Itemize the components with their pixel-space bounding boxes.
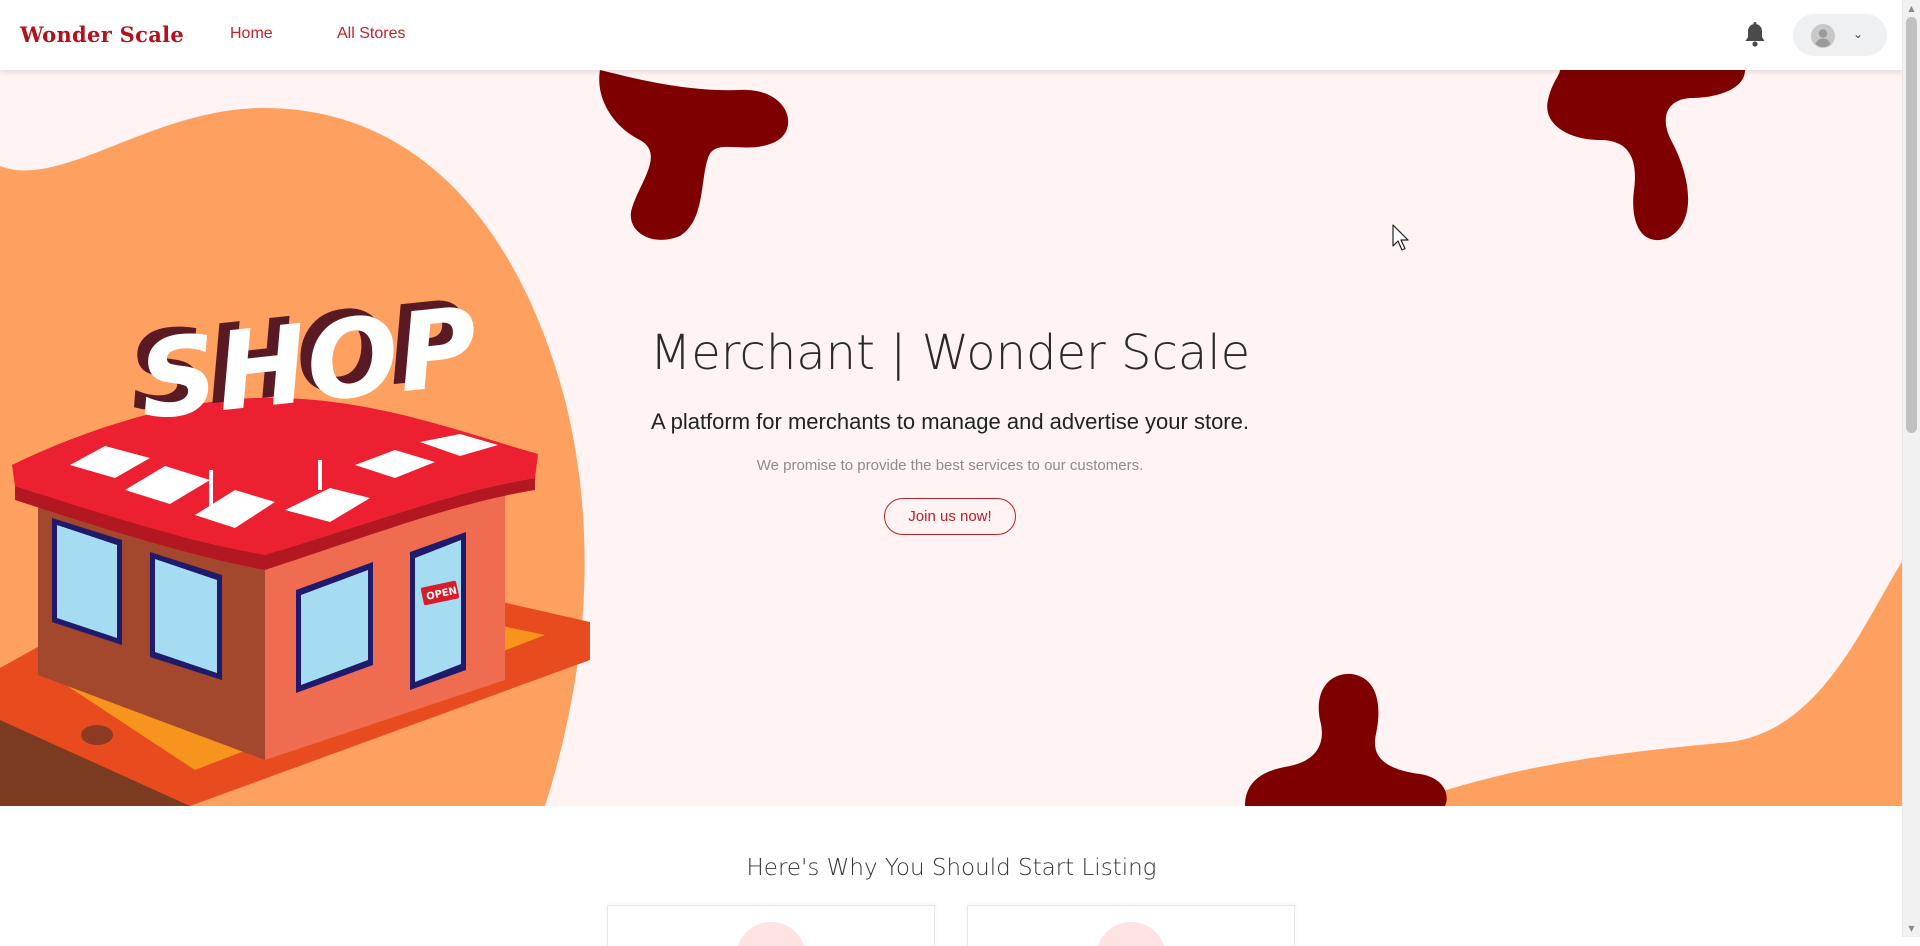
nav-all-stores-link[interactable]: All Stores	[337, 25, 405, 43]
hero-content: Merchant | Wonder Scale A platform for m…	[560, 325, 1340, 535]
vertical-scrollbar[interactable]: ▲ ▼	[1902, 0, 1920, 937]
feature-card	[967, 905, 1295, 946]
nav-home-link[interactable]: Home	[230, 25, 273, 43]
feature-card-icon	[1096, 922, 1166, 946]
chevron-down-icon: ⌄	[1853, 27, 1864, 41]
hero-section: OPEN SHOP SHOP Merchant | Wonder Scale A…	[0, 70, 1903, 806]
scroll-up-icon[interactable]: ▲	[1903, 0, 1920, 17]
brand-logo[interactable]: Wonder Scale	[20, 22, 184, 47]
feature-card	[607, 905, 935, 946]
user-avatar-icon	[1811, 24, 1835, 48]
top-navbar: Wonder Scale Home All Stores ⌄	[0, 0, 1903, 70]
hero-subtitle: A platform for merchants to manage and a…	[651, 409, 1249, 434]
features-title: Here's Why You Should Start Listing	[746, 855, 1157, 881]
join-us-button[interactable]: Join us now!	[884, 498, 1016, 535]
mouse-cursor-icon	[1392, 224, 1409, 251]
feature-card-icon	[736, 922, 806, 946]
bell-icon[interactable]	[1744, 22, 1766, 48]
scrollbar-thumb[interactable]	[1906, 17, 1917, 433]
hero-tagline: We promise to provide the best services …	[756, 457, 1144, 474]
hero-title: Merchant | Wonder Scale	[649, 325, 1251, 381]
user-menu-button[interactable]: ⌄	[1793, 14, 1887, 56]
scroll-down-icon[interactable]: ▼	[1903, 920, 1920, 937]
